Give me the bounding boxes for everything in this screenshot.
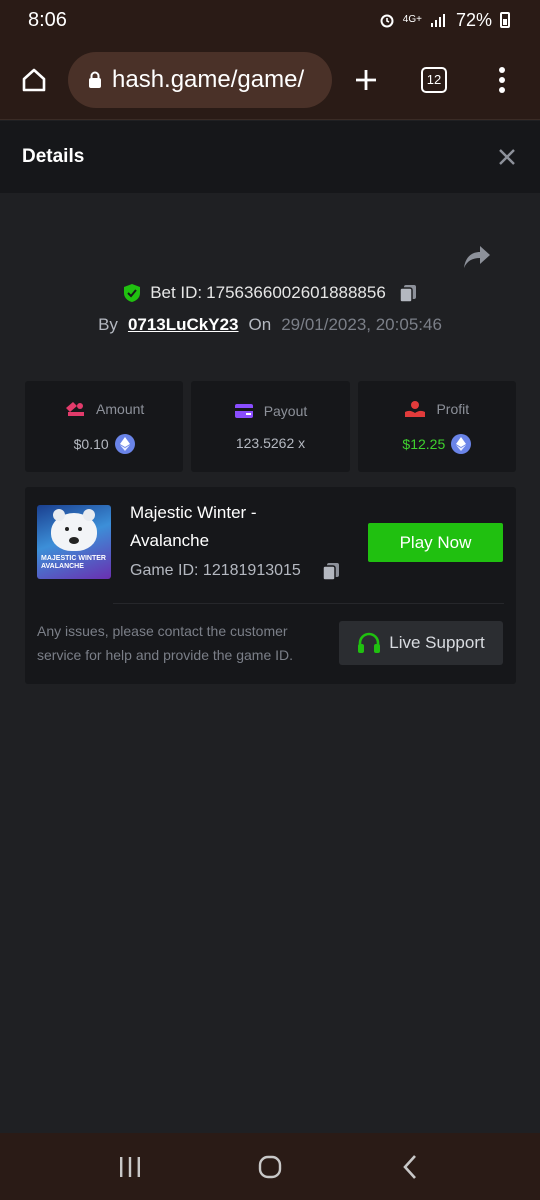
stat-payout-value-row: 123.5262 x — [236, 435, 305, 451]
on-label: On — [248, 315, 272, 334]
divider — [113, 603, 504, 604]
live-support-button[interactable]: Live Support — [339, 621, 503, 665]
eth-icon — [114, 433, 135, 454]
headset-icon — [358, 632, 381, 653]
stat-profit-value-row: $12.25 — [402, 433, 472, 454]
share-icon[interactable] — [462, 244, 492, 270]
stat-amount-label-row: Amount — [64, 400, 144, 418]
page-title: Details — [22, 146, 85, 167]
new-tab-button[interactable] — [332, 40, 400, 120]
game-card: MAJESTIC WINTER AVALANCHE Majestic Winte… — [25, 487, 516, 684]
signal-icon — [430, 14, 445, 27]
live-support-label: Live Support — [389, 633, 485, 652]
stat-profit-label-row: Profit — [404, 400, 469, 418]
eth-icon — [451, 433, 472, 454]
lock-icon — [89, 71, 101, 88]
status-bar: 8:06 4G+ 72% — [0, 0, 540, 40]
shield-check-icon — [124, 284, 141, 302]
polar-bear-image — [51, 509, 97, 551]
battery-level: 72% — [455, 9, 492, 30]
status-icons: 4G+ 72% — [379, 10, 510, 31]
bet-id-row: Bet ID: 1756366002601888856 — [0, 280, 540, 306]
stat-profit-value: $12.25 — [402, 435, 446, 452]
stat-profit-label: Profit — [436, 400, 470, 417]
recents-button[interactable] — [100, 1137, 160, 1197]
stat-amount-value: $0.10 — [73, 435, 109, 452]
home-button[interactable] — [0, 40, 68, 120]
bet-stats: Amount $0.10 Payout 123.5262 x Profit $1… — [25, 381, 516, 472]
game-id-label: Game ID: — [130, 562, 199, 579]
copy-icon[interactable] — [321, 561, 341, 581]
details-header: Details — [0, 121, 540, 193]
stat-payout-value: 123.5262 x — [235, 434, 306, 451]
home-icon — [22, 68, 46, 91]
address-bar[interactable]: hash.game/game/ — [68, 51, 332, 108]
stat-payout: Payout 123.5262 x — [191, 381, 350, 472]
recents-icon — [120, 1156, 140, 1177]
stat-amount-label: Amount — [96, 400, 145, 417]
thumbnail-title: MAJESTIC WINTER AVALANCHE — [41, 555, 106, 570]
support-info-text: Any issues, please contact the customer … — [37, 623, 294, 663]
game-name: Majestic Winter - Avalanche — [130, 503, 257, 550]
payout-icon — [234, 403, 253, 418]
bet-id-label: Bet ID: — [150, 283, 203, 302]
bear-eye — [65, 527, 69, 531]
game-thumbnail[interactable]: MAJESTIC WINTER AVALANCHE — [37, 505, 111, 579]
amount-icon — [66, 401, 85, 416]
system-nav-bar — [0, 1133, 540, 1200]
play-now-button[interactable]: Play Now — [368, 523, 503, 562]
alarm-icon — [380, 14, 394, 28]
copy-icon[interactable] — [398, 283, 418, 303]
browser-toolbar: hash.game/game/ 12 — [0, 40, 540, 120]
battery-icon — [500, 12, 510, 28]
home-circle-icon — [258, 1155, 282, 1178]
by-label: By — [98, 315, 118, 334]
stat-amount-value-row: $0.10 — [73, 433, 135, 454]
bet-datetime: 29/01/2023, 20:05:46 — [281, 315, 442, 334]
bear-nose — [69, 537, 79, 544]
tabs-button[interactable]: 12 — [400, 40, 468, 120]
stat-amount: Amount $0.10 — [25, 381, 184, 472]
username-link[interactable]: 0713LuCkY23 — [128, 315, 239, 335]
tab-count: 12 — [421, 66, 447, 93]
close-icon[interactable] — [498, 148, 516, 166]
network-type: 4G+ — [402, 14, 422, 25]
home-nav-button[interactable] — [240, 1137, 300, 1197]
game-id-text: Game ID: 12181913015 — [130, 562, 301, 580]
bet-id-value: 1756366002601888856 — [206, 283, 386, 302]
status-time: 8:06 — [28, 8, 67, 31]
bear-eye — [78, 527, 82, 531]
bet-meta-row: By 0713LuCkY23 On 29/01/2023, 20:05:46 — [0, 313, 540, 337]
game-id-row: Game ID: 12181913015 — [130, 561, 341, 581]
game-id-value: 12181913015 — [202, 562, 301, 579]
back-button[interactable] — [380, 1137, 440, 1197]
stat-payout-label: Payout — [263, 402, 308, 419]
url-text: hash.game/game/ — [112, 65, 305, 93]
stat-payout-label-row: Payout — [234, 402, 308, 419]
more-icon — [499, 66, 505, 93]
profit-icon — [405, 400, 426, 417]
stat-profit: Profit $12.25 — [357, 381, 516, 472]
plus-icon — [356, 69, 376, 90]
more-menu-button[interactable] — [468, 40, 536, 120]
back-icon — [403, 1154, 416, 1179]
